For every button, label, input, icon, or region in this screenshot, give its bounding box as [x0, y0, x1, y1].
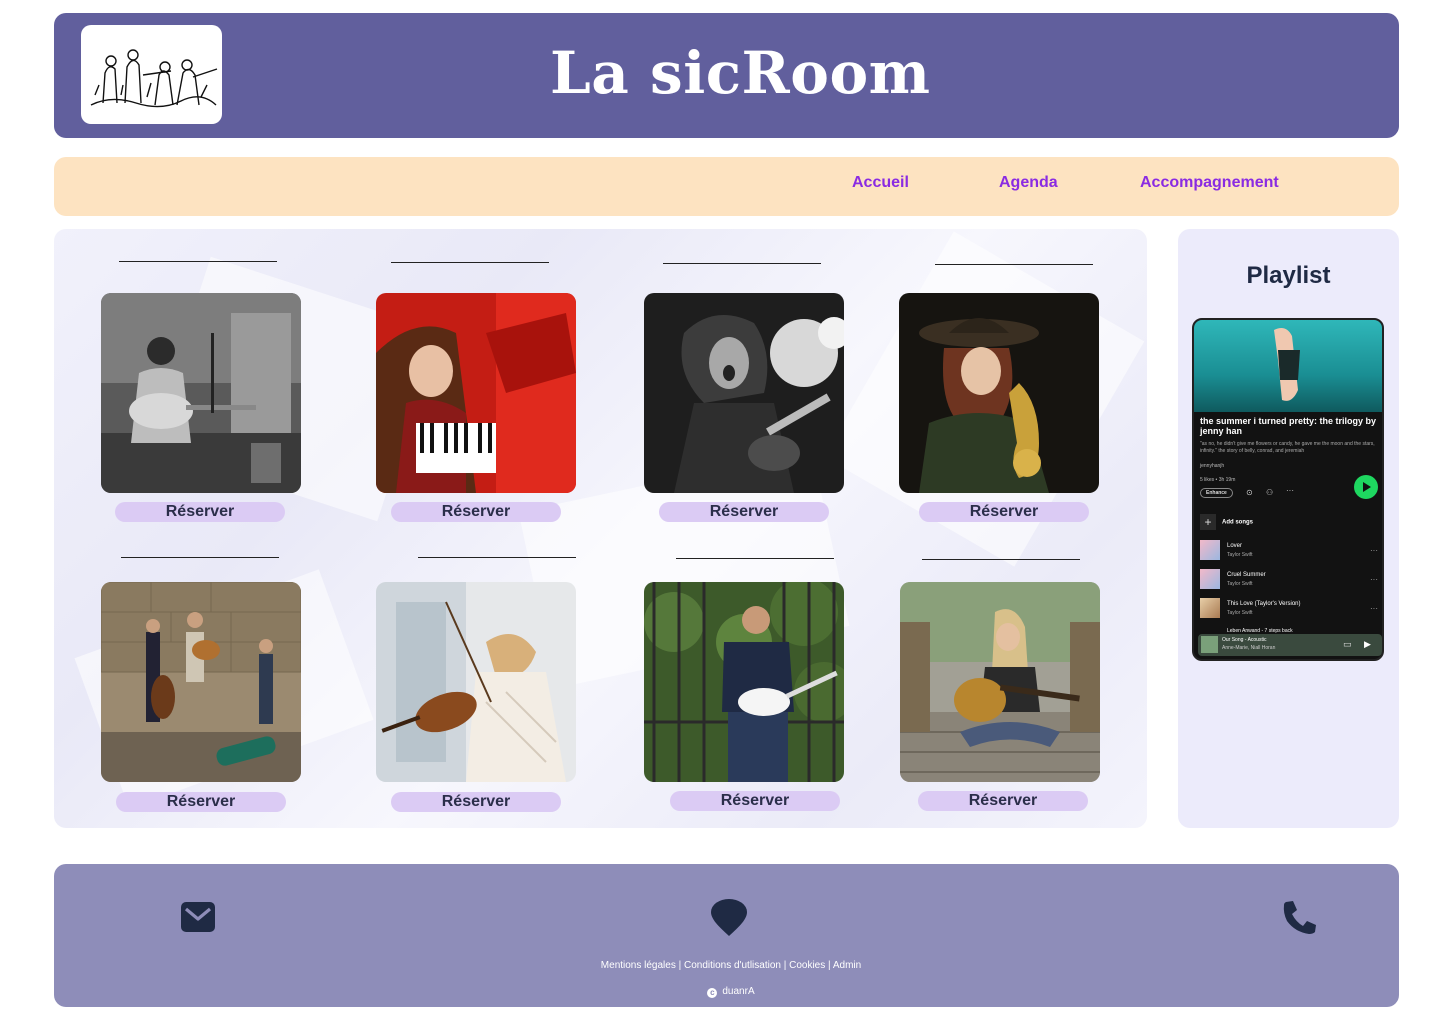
add-songs-label: Add songs	[1222, 519, 1253, 526]
reserve-button[interactable]: Réserver	[670, 791, 840, 811]
rock-guitarist-photo	[644, 293, 844, 493]
playlist-meta: 5 likes • 3h 19m	[1200, 477, 1236, 483]
now-playing-artist: Anne-Marie, Niall Horan	[1222, 645, 1276, 651]
more-icon[interactable]: ···	[1370, 546, 1378, 555]
artists-gallery: Réserver Réserver Réserver Réserver Rése…	[54, 229, 1147, 828]
playlist-title: Playlist	[1246, 262, 1331, 289]
track-title: This Love (Taylor's Version)	[1227, 601, 1301, 607]
card-divider	[663, 263, 821, 264]
acoustic-guitarist-bridge-photo	[900, 582, 1100, 782]
download-icon[interactable]: ⊙	[1246, 488, 1253, 497]
track-row[interactable]: This Love (Taylor's Version) Taylor Swif…	[1200, 598, 1380, 620]
spotify-playlist-embed[interactable]: the summer i turned pretty: the trilogy …	[1192, 318, 1384, 661]
add-user-icon[interactable]: ⚇	[1266, 488, 1273, 497]
reserve-button[interactable]: Réserver	[115, 502, 285, 522]
nav-item-agenda[interactable]: Agenda	[999, 174, 1058, 192]
reserve-button[interactable]: Réserver	[918, 791, 1088, 811]
play-icon[interactable]: ▶	[1364, 639, 1371, 650]
phone-icon[interactable]	[1282, 899, 1318, 940]
reserve-button[interactable]: Réserver	[116, 792, 286, 812]
site-title: La sicRoom	[550, 39, 931, 107]
playlist-description: "as no, he didn't give me flowers or can…	[1200, 441, 1375, 454]
reserve-button[interactable]: Réserver	[919, 502, 1089, 522]
electric-guitarist-photo	[644, 582, 844, 782]
playlist-name: the summer i turned pretty: the trilogy …	[1200, 416, 1377, 436]
card-divider	[391, 262, 549, 263]
now-playing-cover	[1201, 636, 1218, 653]
track-cover	[1200, 540, 1220, 560]
main-nav: Accueil Agenda Accompagnement	[54, 157, 1399, 216]
sketch-musicians-logo[interactable]	[81, 25, 222, 124]
copyright-text: duanrA	[722, 986, 755, 997]
playlist-cover	[1194, 320, 1382, 412]
nav-item-accueil[interactable]: Accueil	[852, 174, 909, 192]
pianist-red-piano-photo	[376, 293, 576, 493]
playlist-sidebar: Playlist the summer i turned pretty: the…	[1178, 229, 1399, 828]
track-artist: Taylor Swift	[1227, 581, 1253, 587]
playlist-owner[interactable]: jennyhanjh	[1200, 463, 1224, 469]
violinist-photo	[376, 582, 576, 782]
reserve-button[interactable]: Réserver	[391, 792, 561, 812]
devices-icon[interactable]: ▭	[1343, 639, 1352, 650]
card-divider	[119, 261, 277, 262]
card-divider	[121, 557, 279, 558]
more-icon[interactable]: ···	[1370, 604, 1378, 613]
legal-links[interactable]: Mentions légales | Conditions d'utlisati…	[54, 960, 1408, 971]
track-row[interactable]: Cruel Summer Taylor Swift ···	[1200, 569, 1380, 591]
nav-item-accompagnement[interactable]: Accompagnement	[1140, 174, 1279, 192]
plus-icon: +	[1200, 514, 1216, 530]
play-button[interactable]	[1354, 475, 1378, 499]
track-title: Lover	[1227, 543, 1243, 549]
reserve-button[interactable]: Réserver	[659, 502, 829, 522]
card-divider	[922, 559, 1080, 560]
card-divider	[935, 264, 1093, 265]
track-title: Cruel Summer	[1227, 572, 1266, 578]
reserve-button[interactable]: Réserver	[391, 502, 561, 522]
track-artist: Taylor Swift	[1227, 610, 1253, 616]
more-icon[interactable]: ···	[1370, 575, 1378, 584]
street-band-photo	[101, 582, 301, 782]
enhance-button[interactable]: Enhance	[1200, 488, 1233, 498]
site-header: La sicRoom	[54, 13, 1399, 138]
copyright-icon: c	[707, 988, 718, 998]
card-divider	[418, 557, 576, 558]
now-playing-bar[interactable]: Our Song - Acoustic Anne-Marie, Niall Ho…	[1198, 634, 1382, 656]
more-options-icon[interactable]: ···	[1286, 486, 1294, 495]
track-cover	[1200, 598, 1220, 618]
guitarist-singer-photo	[101, 293, 301, 493]
add-songs-row[interactable]: + Add songs	[1200, 514, 1253, 530]
track-row[interactable]: Lover Taylor Swift ···	[1200, 540, 1380, 562]
copyright: c duanrA	[54, 986, 1408, 998]
map-pin-icon[interactable]	[710, 899, 748, 942]
card-divider	[676, 558, 834, 559]
track-artist: Taylor Swift	[1227, 552, 1253, 558]
track-cover	[1200, 569, 1220, 589]
envelope-icon[interactable]	[180, 901, 216, 938]
now-playing-title: Our Song - Acoustic	[1222, 637, 1267, 643]
saxophonist-photo	[899, 293, 1099, 493]
site-footer: Mentions légales | Conditions d'utlisati…	[54, 864, 1399, 1007]
